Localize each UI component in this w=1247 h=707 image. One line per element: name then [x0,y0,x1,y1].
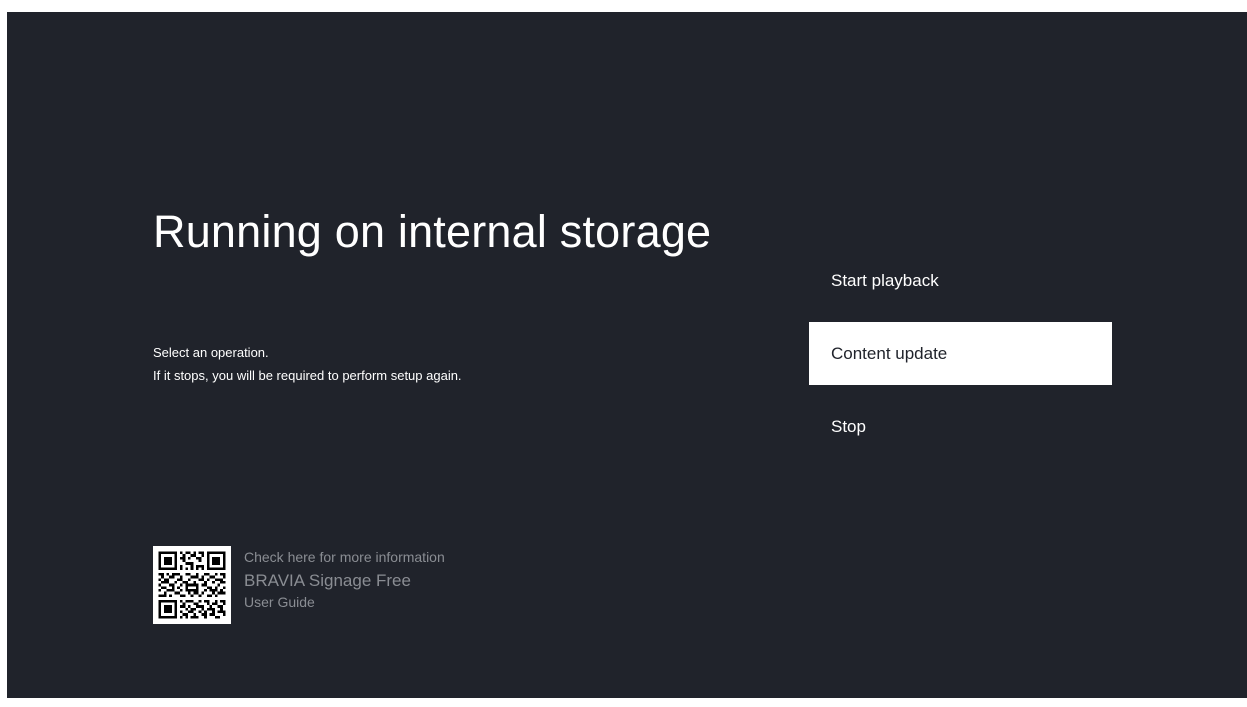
menu-item-content-update[interactable]: Content update [809,322,1112,385]
menu-item-label: Stop [831,416,866,436]
description-line-1: Select an operation. [153,345,269,360]
description: Select an operation. If it stops, you wi… [153,341,462,387]
info-panel: Check here for more information BRAVIA S… [153,546,445,624]
product-name: BRAVIA Signage Free [244,571,411,590]
description-line-2: If it stops, you will be required to per… [153,368,462,383]
menu-item-start-playback[interactable]: Start playback [809,249,1112,312]
qr-code-icon [153,546,231,624]
page-title: Running on internal storage [153,206,712,257]
guide-label: User Guide [244,594,315,610]
menu-item-label: Start playback [831,270,939,290]
tv-screen: Running on internal storage Select an op… [7,12,1247,698]
menu-item-stop[interactable]: Stop [809,395,1112,458]
info-text: Check here for more information BRAVIA S… [244,548,445,611]
operation-menu: Start playback Content update Stop [809,249,1112,468]
more-info-label: Check here for more information [244,549,445,565]
menu-item-label: Content update [831,343,948,363]
